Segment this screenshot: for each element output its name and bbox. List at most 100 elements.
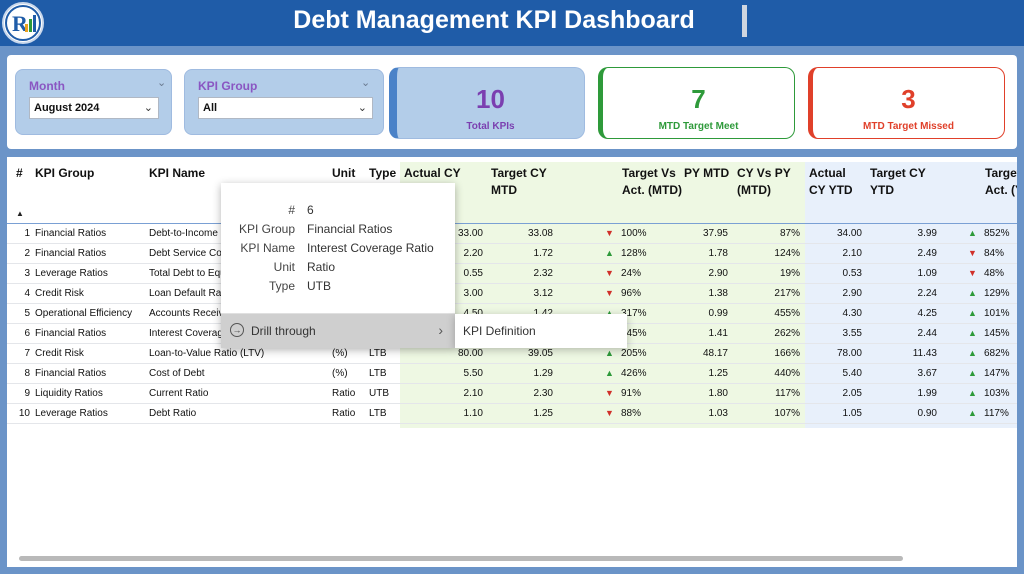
drill-through-icon: → — [230, 323, 244, 337]
tooltip-unit-key: Unit — [273, 260, 295, 274]
cell-target-cy-mtd: 1.72 — [533, 248, 553, 259]
kpi-group-dropdown[interactable]: All ⌄ — [198, 97, 373, 119]
cell-py-mtd: 1.78 — [708, 248, 728, 259]
cell-target-cy-mtd: 2.30 — [533, 388, 553, 399]
table-row[interactable]: 9 Liquidity Ratios Current Ratio Ratio UTB 2.… — [7, 384, 1017, 404]
cell-num: 8 — [24, 368, 30, 379]
cell-type: LTB — [369, 408, 387, 419]
cell-actual-cy-ytd: 0.53 — [842, 268, 862, 279]
arrow-up-icon: ▲ — [968, 308, 977, 318]
chevron-down-icon[interactable]: ⌄ — [157, 76, 166, 89]
cell-cy-vs-py-mtd: 107% — [774, 408, 800, 419]
cell-type: UTB — [369, 388, 389, 399]
sort-ascending-icon[interactable]: ▲ — [16, 209, 24, 218]
cell-cy-vs-py-mtd: 262% — [774, 328, 800, 339]
cell-py-mtd: 1.25 — [708, 368, 728, 379]
cell-unit: Ratio — [332, 408, 356, 419]
total-kpis-card: 10 Total KPIs — [389, 67, 585, 139]
chevron-right-icon: › — [438, 322, 443, 338]
table-row[interactable]: 8 Financial Ratios Cost of Debt (%) LTB 5.50 1… — [7, 364, 1017, 384]
cell-actual-cy: 1.10 — [463, 408, 483, 419]
cell-py-mtd: 1.38 — [708, 288, 728, 299]
cell-target-cy-ytd: 1.09 — [917, 268, 937, 279]
table-row[interactable]: 2 Financial Ratios Debt Service Coverage R… — [7, 244, 1017, 264]
drill-through-menu-item[interactable]: → Drill through › — [221, 314, 455, 348]
month-slicer[interactable]: Month ⌄ August 2024 ⌄ — [15, 69, 172, 135]
arrow-down-icon: ▼ — [605, 388, 614, 398]
kpi-table[interactable]: # KPI Group KPI Name Unit Type Actual CY… — [7, 157, 1017, 567]
cell-target-cy-ytd: 11.43 — [912, 348, 937, 359]
header-type[interactable]: Type — [369, 165, 396, 182]
header-cy-vs-py-mtd[interactable]: CY Vs PY (MTD) — [737, 165, 801, 199]
kpi-group-slicer-label: KPI Group — [198, 79, 258, 93]
mtd-target-missed-card: 3 MTD Target Missed — [808, 67, 1005, 139]
tooltip-group-value: Financial Ratios — [307, 222, 393, 236]
cell-kpi-group: Liquidity Ratios — [35, 388, 103, 399]
cell-num: 1 — [24, 228, 30, 239]
arrow-up-icon: ▲ — [968, 388, 977, 398]
horizontal-scrollbar[interactable] — [19, 556, 903, 561]
cell-actual-cy: 2.10 — [463, 388, 483, 399]
chevron-down-icon[interactable]: ⌄ — [361, 76, 370, 89]
cell-kpi-group: Financial Ratios — [35, 228, 107, 239]
mtd-missed-value: 3 — [901, 84, 916, 114]
cell-actual-cy-ytd: 4.30 — [842, 308, 862, 319]
cell-target-vs-act-ytd: 48% — [984, 268, 1005, 279]
cell-kpi-name: Debt Ratio — [149, 408, 197, 419]
arrow-up-icon: ▲ — [968, 348, 977, 358]
header-kpi-group[interactable]: KPI Group — [35, 165, 94, 182]
tooltip-unit-value: Ratio — [307, 260, 336, 274]
cell-target-cy-mtd: 2.32 — [533, 268, 553, 279]
cell-num: 6 — [24, 328, 30, 339]
table-row[interactable]: 3 Leverage Ratios Total Debt to Equity Rat… — [7, 264, 1017, 284]
cell-actual-cy-ytd: 2.05 — [842, 388, 862, 399]
header-actual-cy[interactable]: Actual CY — [404, 165, 474, 182]
month-dropdown[interactable]: August 2024 ⌄ — [29, 97, 159, 119]
header-kpi-name[interactable]: KPI Name — [149, 165, 205, 182]
header-target-cy-mtd[interactable]: Target CY MTD — [491, 165, 561, 199]
cell-target-cy-ytd: 2.24 — [917, 288, 937, 299]
cell-target-vs-act-mtd: 91% — [621, 388, 642, 399]
cell-target-cy-mtd: 1.29 — [533, 368, 553, 379]
cell-actual-cy-ytd: 2.90 — [842, 288, 862, 299]
header-num[interactable]: # — [16, 165, 23, 182]
tooltip-type-key: Type — [268, 279, 295, 293]
arrow-up-icon: ▲ — [968, 288, 977, 298]
cell-target-cy-ytd: 4.25 — [917, 308, 937, 319]
header-target-cy-ytd[interactable]: Target CY YTD — [870, 165, 940, 199]
cell-target-vs-act-mtd: 96% — [621, 288, 642, 299]
cell-target-cy-mtd: 33.08 — [527, 228, 553, 239]
arrow-up-icon: ▲ — [605, 348, 614, 358]
cell-py-mtd: 0.99 — [708, 308, 728, 319]
cell-target-vs-act-ytd: 103% — [984, 388, 1010, 399]
header-py-mtd[interactable]: PY MTD — [684, 165, 734, 182]
kpi-definition-menu-item[interactable]: KPI Definition — [463, 324, 536, 338]
drill-through-submenu[interactable]: KPI Definition — [455, 314, 627, 348]
tooltip-name-value: Interest Coverage Ratio — [307, 241, 434, 255]
chevron-down-icon[interactable]: ⌄ — [144, 101, 153, 114]
kpi-group-slicer[interactable]: KPI Group ⌄ All ⌄ — [184, 69, 384, 135]
cell-target-cy-ytd: 1.99 — [917, 388, 937, 399]
cell-actual-cy: 80.00 — [457, 348, 483, 359]
cell-kpi-name: Cost of Debt — [149, 368, 205, 379]
cell-target-vs-act-mtd: 24% — [621, 268, 642, 279]
arrow-down-icon: ▼ — [605, 288, 614, 298]
cell-unit: (%) — [332, 368, 348, 379]
cell-actual-cy: 5.50 — [463, 368, 483, 379]
header-unit[interactable]: Unit — [332, 165, 355, 182]
cell-kpi-group: Credit Risk — [35, 348, 84, 359]
cell-cy-vs-py-mtd: 440% — [774, 368, 800, 379]
chevron-down-icon[interactable]: ⌄ — [358, 101, 367, 114]
table-row[interactable]: 4Credit RiskLoan Default Rate(%)LTB3.003… — [7, 284, 1017, 304]
cell-target-cy-ytd: 2.44 — [917, 328, 937, 339]
cell-target-vs-act-ytd: 852% — [984, 228, 1010, 239]
cell-cy-vs-py-mtd: 217% — [774, 288, 800, 299]
cell-target-cy-mtd: 1.25 — [533, 408, 553, 419]
header-actual-cy-ytd[interactable]: Actual CY YTD — [809, 165, 861, 199]
arrow-down-icon: ▼ — [605, 408, 614, 418]
table-row[interactable]: 1Financial RatiosDebt-to-Income RatioRat… — [7, 224, 1017, 244]
header-target-vs-act-mtd[interactable]: Target Vs Act. (MTD) — [622, 165, 682, 199]
header-target-vs-act-ytd[interactable]: Target Vs Act. (YTD) — [985, 165, 1017, 199]
table-row[interactable]: 10 Leverage Ratios Debt Ratio Ratio LTB 1.10 1… — [7, 404, 1017, 424]
cell-kpi-name: Current Ratio — [149, 388, 209, 399]
